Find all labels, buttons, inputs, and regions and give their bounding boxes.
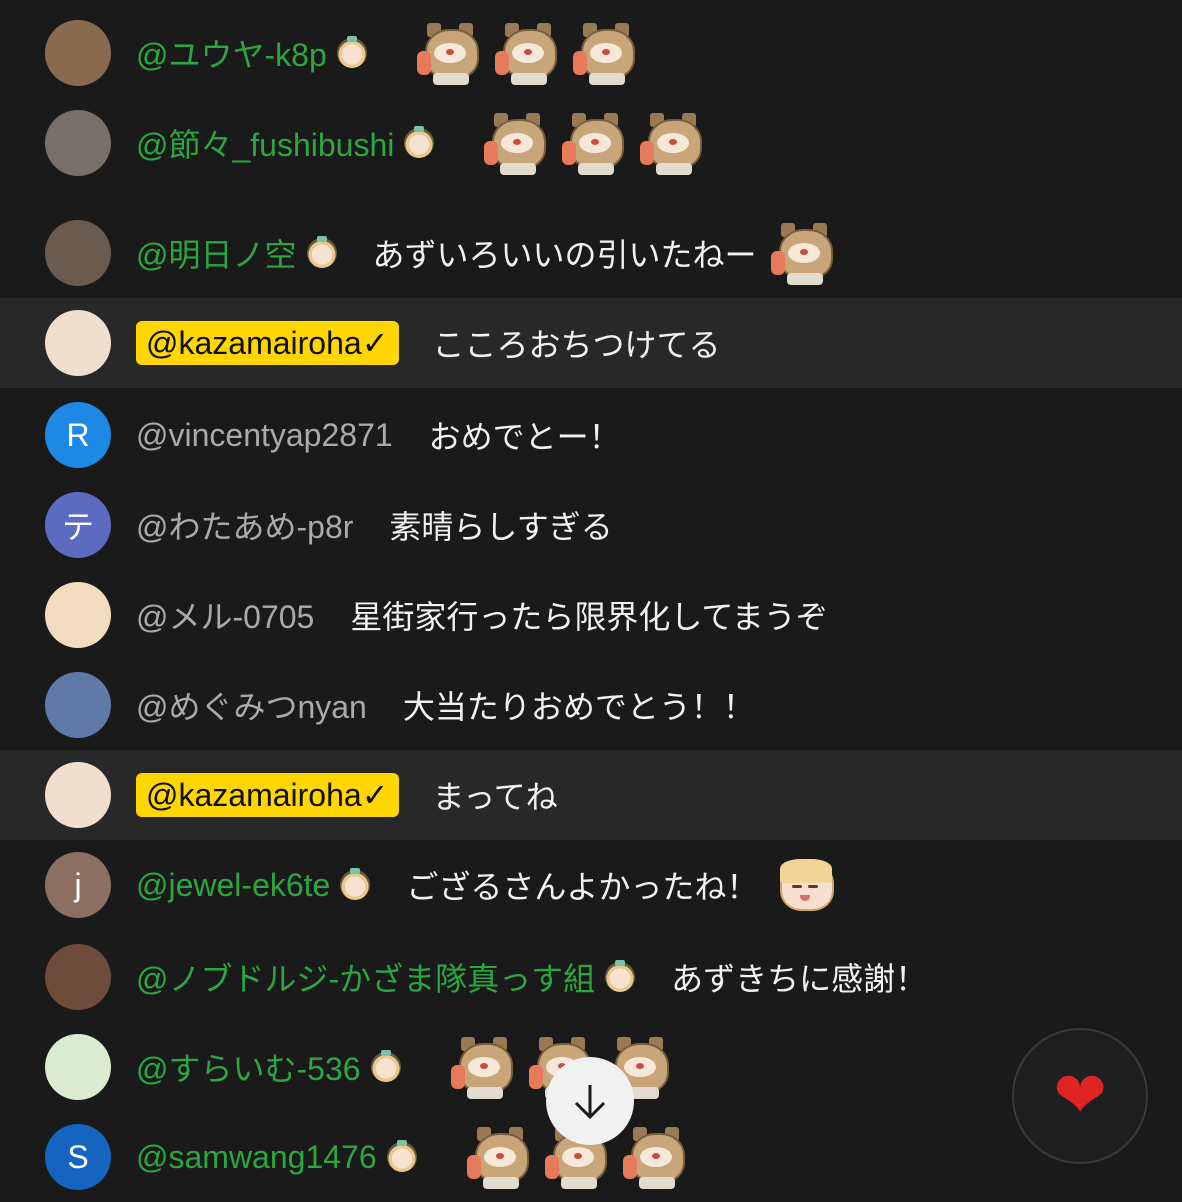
- chat-message-content: @わたあめ-p8r 素晴らしすぎる: [136, 480, 613, 570]
- chat-message-content: @ユウヤ-k8p: [136, 8, 637, 98]
- avatar[interactable]: [45, 220, 111, 286]
- chat-message[interactable]: j @jewel-ek6te ござるさんよかったね！: [0, 840, 1182, 930]
- iroha-emoji: [772, 853, 836, 917]
- chat-message[interactable]: R @vincentyap2871 おめでとー！: [0, 390, 1182, 480]
- avatar[interactable]: [45, 310, 111, 376]
- avatar[interactable]: [45, 672, 111, 738]
- avatar[interactable]: [45, 762, 111, 828]
- message-text: 大当たりおめでとう！！: [402, 688, 755, 726]
- author-name[interactable]: @すらいむ-536: [136, 1044, 361, 1090]
- member-badge-icon: [386, 1140, 417, 1172]
- heart-icon: ❤: [1053, 1059, 1107, 1133]
- member-badge-icon: [370, 1050, 401, 1082]
- author-name[interactable]: @わたあめ-p8r: [136, 502, 353, 548]
- chat-message[interactable]: @ユウヤ-k8p: [0, 8, 1182, 98]
- chat-message-content: @節々_fushibushi: [136, 98, 704, 188]
- message-text: 素晴らしすぎる: [389, 508, 613, 546]
- message-text: あずきちに感謝！: [671, 960, 928, 998]
- chat-message[interactable]: @ノブドルジ-かざま隊真っす組 あずきちに感謝！: [0, 932, 1182, 1022]
- tanuki-emoji: [640, 111, 704, 175]
- member-badge-icon: [336, 36, 367, 68]
- tanuki-emoji: [562, 111, 626, 175]
- avatar[interactable]: [45, 20, 111, 86]
- message-text: おめでとー！: [428, 418, 621, 456]
- chat-message-content: @kazamairoha✓ まってね: [136, 750, 558, 840]
- author-name[interactable]: @vincentyap2871: [136, 417, 393, 454]
- tanuki-emoji: [770, 221, 835, 285]
- chat-message-content: @jewel-ek6te ござるさんよかったね！: [136, 840, 836, 930]
- avatar[interactable]: [45, 1034, 111, 1100]
- tanuki-emoji: [450, 1035, 515, 1099]
- message-text: こころおちつけてる: [432, 326, 721, 364]
- chat-message-content: @vincentyap2871 おめでとー！: [136, 390, 621, 480]
- chat-message[interactable]: @明日ノ空 あずいろいいの引いたねー: [0, 208, 1182, 298]
- member-badge-icon: [340, 868, 371, 900]
- chat-message[interactable]: @めぐみつnyan 大当たりおめでとう！！: [0, 660, 1182, 750]
- live-chat-list: @ユウヤ-k8p @節々_fushibushi @明日ノ空 あずいろいいの引いたねー @…: [0, 0, 1182, 1200]
- message-text: 星街家行ったら限界化してまうぞ: [350, 598, 828, 636]
- chat-message-content: @ノブドルジ-かざま隊真っす組 あずきちに感謝！: [136, 932, 927, 1022]
- tanuki-emoji: [416, 21, 481, 85]
- author-name[interactable]: @samwang1476: [136, 1139, 377, 1176]
- member-badge-icon: [306, 236, 337, 268]
- member-badge-icon: [404, 126, 435, 158]
- tanuki-emoji: [494, 21, 559, 85]
- avatar[interactable]: テ: [45, 492, 111, 558]
- avatar[interactable]: [45, 582, 111, 648]
- author-name[interactable]: @節々_fushibushi: [136, 120, 394, 166]
- avatar[interactable]: [45, 110, 111, 176]
- member-badge-icon: [605, 960, 636, 992]
- chat-message[interactable]: @kazamairoha✓ まってね: [0, 750, 1182, 840]
- avatar[interactable]: j: [45, 852, 111, 918]
- chat-message-content: @kazamairoha✓ こころおちつけてる: [136, 298, 721, 388]
- scroll-down-button[interactable]: [546, 1057, 634, 1145]
- tanuki-emoji: [622, 1125, 687, 1189]
- author-name[interactable]: @メル-0705: [136, 592, 314, 638]
- author-name[interactable]: @ユウヤ-k8p: [136, 30, 327, 76]
- owner-author-name[interactable]: @kazamairoha✓: [136, 321, 399, 365]
- author-name[interactable]: @めぐみつnyan: [136, 682, 367, 728]
- avatar[interactable]: R: [45, 402, 111, 468]
- heart-reaction-button[interactable]: ❤: [1012, 1028, 1148, 1164]
- arrow-down-icon: [574, 1085, 606, 1120]
- chat-message[interactable]: @メル-0705 星街家行ったら限界化してまうぞ: [0, 570, 1182, 660]
- author-name[interactable]: @jewel-ek6te: [136, 867, 330, 904]
- tanuki-emoji: [466, 1125, 531, 1189]
- message-text: あずいろいいの引いたねー: [372, 236, 757, 274]
- tanuki-emoji: [572, 21, 637, 85]
- chat-message[interactable]: @kazamairoha✓ こころおちつけてる: [0, 298, 1182, 388]
- message-text: ござるさんよかったね！: [406, 868, 759, 906]
- chat-message-content: @明日ノ空 あずいろいいの引いたねー: [136, 208, 835, 298]
- author-name[interactable]: @ノブドルジ-かざま隊真っす組: [136, 954, 595, 1000]
- owner-author-name[interactable]: @kazamairoha✓: [136, 773, 399, 817]
- avatar[interactable]: [45, 944, 111, 1010]
- chat-message-content: @メル-0705 星街家行ったら限界化してまうぞ: [136, 570, 828, 660]
- chat-message[interactable]: テ @わたあめ-p8r 素晴らしすぎる: [0, 480, 1182, 570]
- avatar[interactable]: S: [45, 1124, 111, 1190]
- chat-message-content: @めぐみつnyan 大当たりおめでとう！！: [136, 660, 755, 750]
- author-name[interactable]: @明日ノ空: [136, 230, 297, 276]
- message-text: まってね: [432, 778, 558, 816]
- tanuki-emoji: [484, 111, 548, 175]
- chat-message[interactable]: @節々_fushibushi: [0, 98, 1182, 188]
